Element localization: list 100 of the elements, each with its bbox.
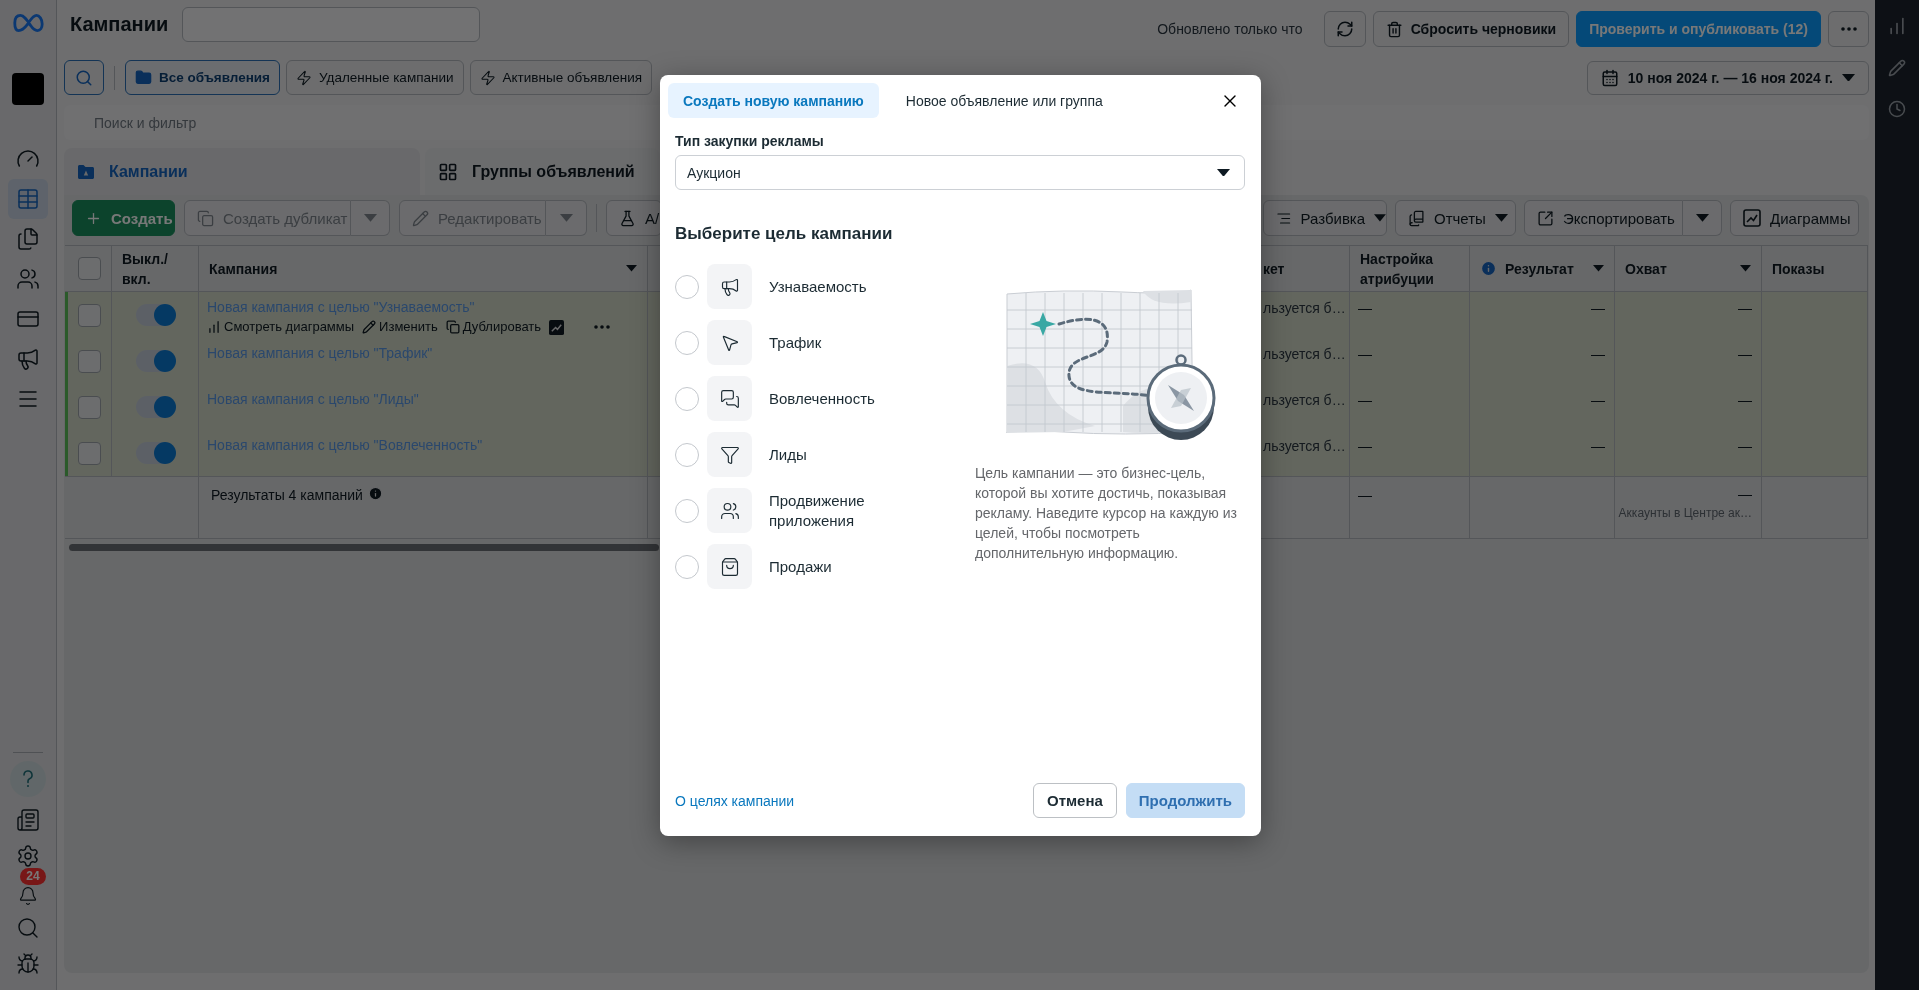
radio-button[interactable]: [675, 274, 699, 299]
dropdown-caret-button[interactable]: [351, 200, 390, 236]
radio-button[interactable]: [675, 330, 699, 355]
search-button[interactable]: [64, 60, 104, 95]
copy-icon: [445, 320, 460, 334]
table-cell: —: [1350, 430, 1470, 476]
create-button[interactable]: Создать: [72, 200, 175, 236]
breakdown-button[interactable]: Разбивка: [1263, 200, 1387, 236]
column-header: Охват: [1625, 259, 1667, 279]
dropdown-caret-button[interactable]: [546, 200, 587, 236]
on-off-toggle[interactable]: [136, 396, 174, 418]
documents-icon[interactable]: [16, 227, 40, 251]
radio-button[interactable]: [675, 554, 699, 579]
objective-option[interactable]: Продажи: [769, 556, 919, 577]
radio-button[interactable]: [675, 386, 699, 411]
more-icon[interactable]: [594, 325, 611, 329]
caret-icon: [363, 214, 377, 222]
caret-icon: [1695, 214, 1709, 222]
row-checkbox[interactable]: [78, 303, 101, 327]
column-header: Кампания: [209, 259, 278, 279]
bar-chart-icon[interactable]: [1887, 16, 1907, 36]
more-button[interactable]: [1828, 11, 1869, 47]
chat-bubbles-icon: [707, 376, 752, 421]
reset-drafts-button[interactable]: Сбросить черновики: [1372, 11, 1570, 47]
objective-option[interactable]: Продвижение приложения: [769, 490, 919, 531]
dropdown-caret-button[interactable]: [1683, 200, 1722, 236]
ab-test-button[interactable]: A/: [606, 200, 662, 236]
trend-chart-icon[interactable]: [549, 319, 565, 335]
radio-button[interactable]: [675, 498, 699, 523]
info-icon[interactable]: [1480, 260, 1497, 277]
cancel-button[interactable]: Отмена: [1032, 783, 1117, 818]
flask-icon: [619, 209, 636, 227]
objective-option[interactable]: Трафик: [769, 332, 919, 353]
caret-icon: [559, 214, 573, 222]
search-icon: [75, 68, 93, 87]
logo-icon[interactable]: [11, 13, 45, 33]
export-button[interactable]: Экспортировать: [1524, 200, 1683, 236]
bar-chart-icon: [207, 320, 221, 334]
books-icon: [1408, 209, 1425, 227]
caret-icon: [1217, 168, 1230, 177]
search-icon[interactable]: [16, 916, 40, 940]
info-icon[interactable]: [367, 486, 383, 501]
help-icon[interactable]: [10, 761, 46, 797]
table-cell: —: [1350, 477, 1470, 538]
horizontal-scrollbar[interactable]: [69, 544, 659, 551]
objective-description: Цель кампании — это бизнес-цель, которой вы хотите достичь, показывая рекламу. Наведите курсор на каждую из целей, чтобы посмотреть дополнительную информацию.: [975, 464, 1238, 563]
field-label: Тип закупки рекламы: [675, 133, 825, 150]
filter-preset-button[interactable]: Удаленные кампании: [286, 60, 464, 95]
reports-button[interactable]: Отчеты: [1395, 200, 1516, 236]
notifications-icon[interactable]: [18, 886, 38, 906]
filter-preset-button[interactable]: Активные объявления: [469, 60, 652, 95]
lightning-icon: [479, 69, 496, 86]
sidebar-nav-button[interactable]: [8, 179, 48, 219]
caret-icon: [1374, 214, 1386, 222]
publish-button[interactable]: Проверить и опубликовать (12): [1576, 11, 1821, 47]
buying-type-select[interactable]: Аукцион: [675, 155, 1245, 190]
radio-button[interactable]: [675, 442, 699, 467]
dialog-tab[interactable]: Создать новую кампанию: [668, 83, 879, 118]
caret-icon[interactable]: [626, 265, 637, 272]
table-icon[interactable]: [16, 187, 40, 211]
settings-icon[interactable]: [16, 844, 40, 868]
objective-option[interactable]: Узнаваемость: [769, 276, 919, 297]
dialog-tab[interactable]: Новое объявление или группа: [890, 83, 1118, 118]
caret-icon[interactable]: [1593, 265, 1604, 272]
external-link-icon: [1537, 209, 1554, 227]
bug-icon[interactable]: [16, 952, 40, 976]
clock-icon[interactable]: [1888, 100, 1906, 118]
select-all-checkbox[interactable]: [78, 257, 101, 280]
results-summary-text: Результаты 4 кампаний: [211, 486, 363, 504]
caret-icon[interactable]: [1740, 265, 1751, 272]
row-checkbox[interactable]: [78, 395, 101, 419]
filter-preset-button[interactable]: Все объявления: [125, 60, 280, 95]
row-checkbox[interactable]: [78, 441, 101, 465]
pencil-icon[interactable]: [1888, 59, 1906, 77]
objective-option[interactable]: Лиды: [769, 444, 919, 465]
row-action-link[interactable]: Смотреть диаграммы: [207, 318, 355, 336]
column-header: Результат: [1505, 259, 1574, 279]
trash-icon: [1385, 20, 1403, 38]
campaign-search-field[interactable]: [182, 7, 481, 42]
on-off-toggle[interactable]: [136, 350, 174, 372]
date-range-button[interactable]: 10 ноя 2024 г. — 16 ноя 2024 г.: [1586, 60, 1869, 95]
row-checkbox[interactable]: [78, 349, 101, 373]
lightning-icon: [296, 69, 312, 86]
objective-option[interactable]: Вовлеченность: [769, 388, 919, 409]
on-off-toggle[interactable]: [136, 442, 174, 464]
level-tab[interactable]: Кампании: [64, 148, 420, 195]
page-title: Кампании: [70, 12, 169, 36]
row-action-link[interactable]: Дублировать: [445, 318, 542, 336]
newspaper-icon[interactable]: [16, 808, 40, 832]
reach-total-value: —: [1738, 485, 1752, 503]
row-action-link[interactable]: Изменить: [362, 318, 438, 336]
objectives-help-link[interactable]: О целях кампании: [675, 792, 795, 809]
on-off-toggle[interactable]: [136, 304, 174, 326]
megaphone-icon: [707, 264, 752, 309]
caret-icon: [1842, 73, 1855, 82]
update-status-text: Обновлено только что: [1157, 21, 1303, 37]
people-icon[interactable]: [16, 267, 40, 291]
refresh-button[interactable]: [1323, 11, 1366, 47]
charts-button[interactable]: Диаграммы: [1730, 200, 1859, 236]
megaphone-icon[interactable]: [16, 347, 40, 371]
